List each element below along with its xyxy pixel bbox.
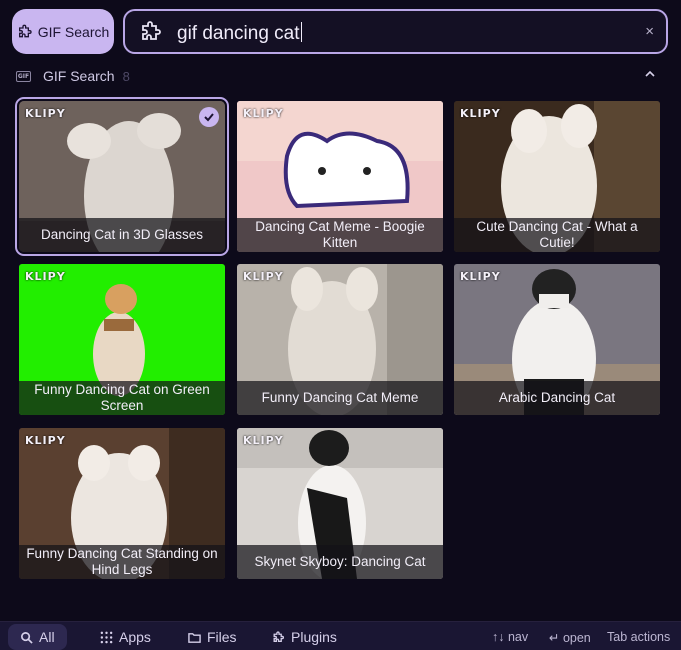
gif-card[interactable]: KLIPY Arabic Dancing Cat — [454, 264, 660, 415]
puzzle-icon — [273, 630, 285, 642]
gif-caption: Arabic Dancing Cat — [454, 381, 660, 415]
klipy-logo: KLIPY — [460, 270, 501, 283]
klipy-logo: KLIPY — [25, 270, 66, 283]
gif-caption: Funny Dancing Cat on Green Screen — [19, 381, 225, 415]
gif-card[interactable]: KLIPY Skynet Skyboy: Dancing Cat — [237, 428, 443, 579]
filter-files[interactable]: Files — [176, 624, 249, 650]
bottom-bar: All Apps Files Plugins ↑↓ nav ↵ open Tab… — [0, 621, 681, 650]
gif-caption: Funny Dancing Cat Standing on Hind Legs — [19, 545, 225, 579]
mode-chip-gif-search[interactable]: GIF Search — [12, 9, 114, 54]
check-icon — [199, 107, 219, 127]
gif-icon: GIF — [16, 70, 31, 82]
section-title: GIF Search — [43, 68, 115, 84]
klipy-logo: KLIPY — [243, 107, 284, 120]
gif-caption: Dancing Cat Meme - Boogie Kitten — [237, 218, 443, 252]
klipy-logo: KLIPY — [25, 107, 66, 120]
klipy-logo: KLIPY — [460, 107, 501, 120]
klipy-logo: KLIPY — [25, 434, 66, 447]
gif-card[interactable]: KLIPY Dancing Cat Meme - Boogie Kitten — [237, 101, 443, 252]
mode-chip-label: GIF Search — [37, 23, 110, 40]
result-count: 8 — [122, 68, 130, 84]
filter-label: Plugins — [291, 629, 337, 645]
text-caret — [300, 22, 302, 42]
filter-plugins[interactable]: Plugins — [260, 624, 349, 650]
gif-card[interactable]: KLIPY Dancing Cat in 3D Glasses — [15, 97, 229, 256]
gif-caption: Funny Dancing Cat Meme — [237, 381, 443, 415]
top-bar: GIF Search gif dancing cat × — [0, 0, 681, 62]
grid-icon — [100, 631, 113, 643]
search-input[interactable]: gif dancing cat — [177, 22, 302, 45]
puzzle-icon — [142, 21, 161, 40]
filter-apps[interactable]: Apps — [88, 624, 163, 650]
klipy-logo: KLIPY — [243, 434, 284, 447]
gif-caption: Cute Dancing Cat - What a Cutie! — [454, 218, 660, 252]
puzzle-icon — [18, 24, 32, 37]
gif-caption: Skynet Skyboy: Dancing Cat — [237, 545, 443, 579]
filter-label: All — [39, 629, 55, 645]
actions-hint: Tab actions — [607, 630, 671, 644]
filter-label: Apps — [119, 629, 151, 645]
gif-card[interactable]: KLIPY Funny Dancing Cat Standing on Hind… — [19, 428, 225, 579]
section-header: GIF GIF Search 8 — [16, 66, 666, 86]
filter-label: Files — [207, 629, 237, 645]
clear-icon[interactable]: × — [645, 23, 654, 40]
gif-card[interactable]: KLIPY Cute Dancing Cat - What a Cutie! — [454, 101, 660, 252]
klipy-logo: KLIPY — [243, 270, 284, 283]
search-icon — [21, 631, 33, 644]
filter-all[interactable]: All — [8, 624, 67, 650]
folder-icon — [188, 632, 201, 643]
open-hint: ↵ open — [549, 631, 591, 645]
gif-caption: Dancing Cat in 3D Glasses — [19, 218, 225, 252]
search-bar[interactable]: gif dancing cat × — [123, 9, 668, 54]
nav-hint: ↑↓ nav — [492, 630, 529, 644]
chevron-up-icon[interactable] — [644, 68, 656, 80]
gif-card[interactable]: KLIPY Funny Dancing Cat Meme — [237, 264, 443, 415]
search-input-value: gif dancing cat — [177, 23, 300, 44]
gif-card[interactable]: KLIPY Funny Dancing Cat on Green Screen — [19, 264, 225, 415]
